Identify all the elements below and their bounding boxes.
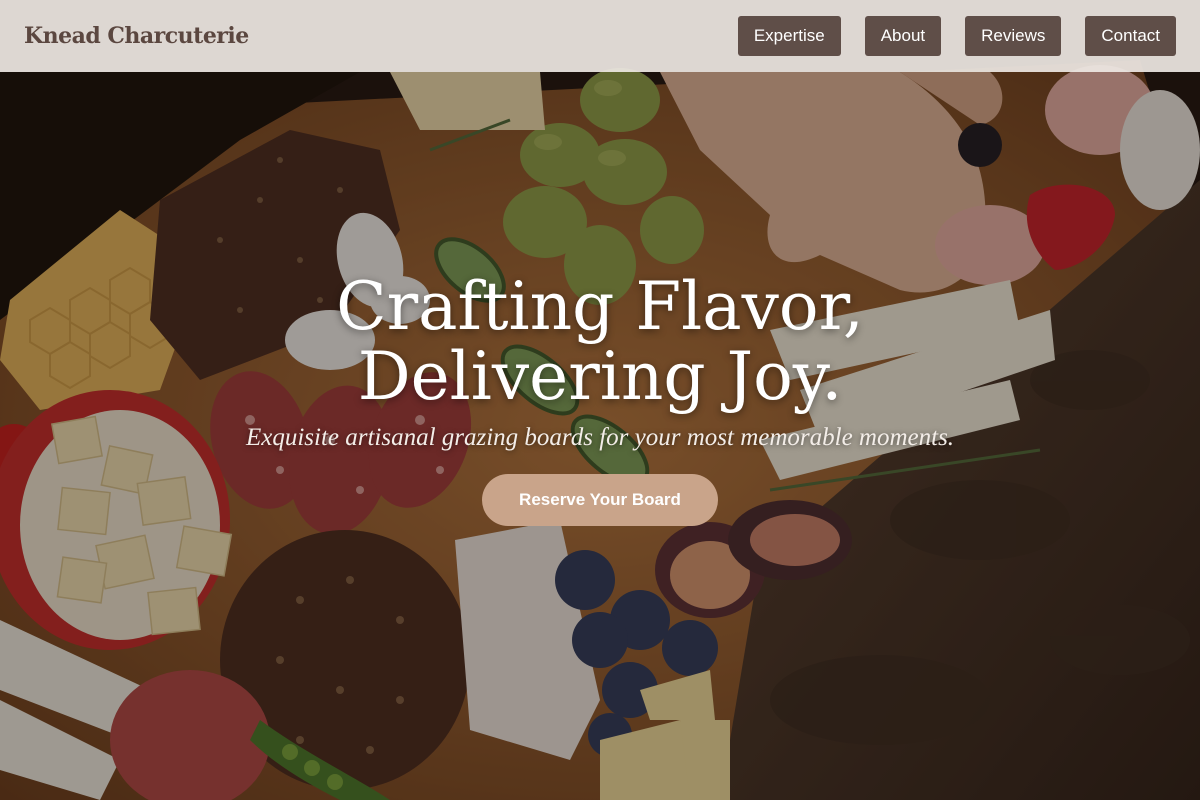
nav-about-button[interactable]: About — [864, 16, 942, 56]
main-nav: Expertise About Reviews Contact — [714, 16, 1176, 56]
site-header: Knead Charcuterie Expertise About Review… — [0, 0, 1200, 72]
hero-content: Crafting Flavor, Delivering Joy. Exquisi… — [0, 272, 1200, 526]
hero-title-line-2: Delivering Joy. — [357, 338, 843, 415]
brand-logo[interactable]: Knead Charcuterie — [24, 23, 249, 49]
hero-subtitle: Exquisite artisanal grazing boards for y… — [245, 424, 955, 451]
reserve-board-button[interactable]: Reserve Your Board — [482, 474, 718, 526]
hero-title: Crafting Flavor, Delivering Joy. — [0, 272, 1200, 412]
nav-contact-button[interactable]: Contact — [1085, 16, 1176, 56]
page: Knead Charcuterie Expertise About Review… — [0, 0, 1200, 800]
hero-title-line-1: Crafting Flavor, — [336, 268, 864, 345]
nav-expertise-button[interactable]: Expertise — [737, 16, 841, 56]
nav-reviews-button[interactable]: Reviews — [965, 16, 1062, 56]
